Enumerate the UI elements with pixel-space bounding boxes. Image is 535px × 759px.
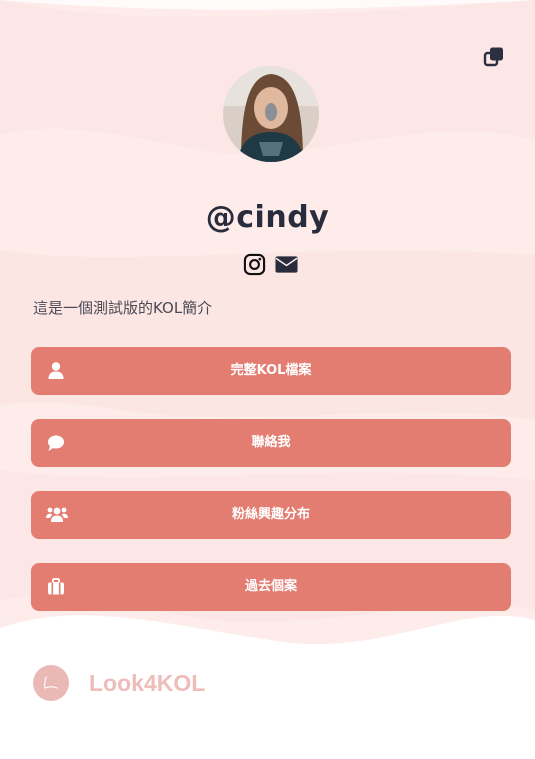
profile-handle: @cindy [205,200,330,235]
social-links [243,251,298,277]
brand-name: Look4KOL [89,669,206,696]
contact-me-label: 聯絡我 [251,435,291,450]
full-profile-label: 完整KOL檔案 [230,363,312,378]
past-cases-button[interactable]: 過去個案 [31,563,511,611]
brand-logo [33,665,69,701]
envelope-icon[interactable] [275,253,298,276]
profile-page: @cindy 這是一個測試版的KOL簡介 完整KOL檔案 聯絡我 粉絲興趣分布 … [0,0,535,759]
fan-interests-button[interactable]: 粉絲興趣分布 [31,491,511,539]
fan-interests-label: 粉絲興趣分布 [231,507,310,522]
avatar [223,66,319,162]
brand-link[interactable]: Look4KOL [33,665,205,701]
copy-link-icon[interactable] [483,46,505,68]
past-cases-label: 過去個案 [244,579,297,594]
instagram-icon[interactable] [243,253,266,276]
contact-me-button[interactable]: 聯絡我 [31,419,511,467]
full-profile-button[interactable]: 完整KOL檔案 [31,347,511,395]
profile-bio: 這是一個測試版的KOL簡介 [33,299,213,317]
